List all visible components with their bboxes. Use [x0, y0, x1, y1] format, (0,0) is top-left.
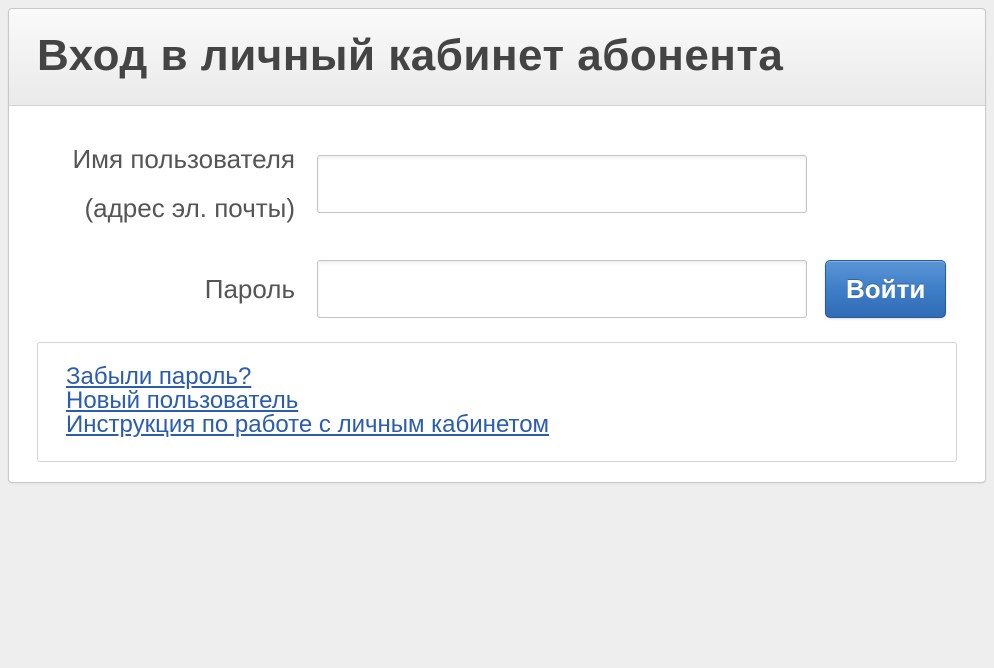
panel-header: Вход в личный кабинет абонента: [9, 9, 985, 106]
links-box: Забыли пароль? Новый пользователь Инстру…: [37, 342, 957, 462]
username-input[interactable]: [317, 155, 807, 213]
new-user-link[interactable]: Новый пользователь: [66, 389, 298, 413]
username-row: Имя пользователя (адрес эл. почты): [37, 142, 957, 226]
panel-body: Имя пользователя (адрес эл. почты) Парол…: [9, 106, 985, 482]
username-label-line1: Имя пользователя: [37, 142, 295, 177]
forgot-password-link[interactable]: Забыли пароль?: [66, 365, 251, 389]
username-label: Имя пользователя (адрес эл. почты): [37, 142, 317, 226]
password-row: Пароль Войти: [37, 260, 957, 318]
password-label: Пароль: [37, 272, 317, 307]
login-button[interactable]: Войти: [825, 260, 946, 318]
login-panel: Вход в личный кабинет абонента Имя польз…: [8, 8, 986, 483]
manual-link[interactable]: Инструкция по работе с личным кабинетом: [66, 413, 549, 437]
username-label-line2: (адрес эл. почты): [37, 191, 295, 226]
password-input[interactable]: [317, 260, 807, 318]
page-title: Вход в личный кабинет абонента: [37, 31, 957, 81]
